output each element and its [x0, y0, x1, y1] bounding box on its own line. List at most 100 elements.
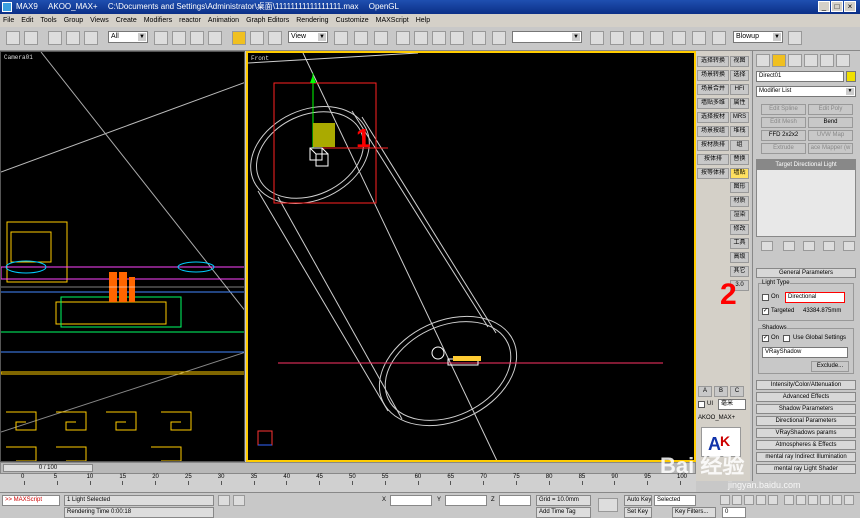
angle-snap-icon[interactable] [414, 31, 428, 45]
bind-space-warp-icon[interactable] [84, 31, 98, 45]
pivot-center-icon[interactable] [334, 31, 348, 45]
plugin-left-btn-5[interactable]: 场景按组 [697, 126, 729, 137]
zoom-extents-icon[interactable] [808, 495, 818, 505]
plugin-left-btn-4[interactable]: 选择按材 [697, 112, 729, 123]
percent-snap-icon[interactable] [432, 31, 446, 45]
pan-icon[interactable] [820, 495, 830, 505]
key-mode-select[interactable]: Selected [654, 495, 696, 506]
light-on-checkbox[interactable] [762, 294, 769, 301]
object-color-swatch[interactable] [846, 71, 856, 82]
display-tab-icon[interactable] [820, 54, 834, 67]
auto-key-button[interactable]: Auto Key [624, 495, 652, 506]
keyboard-shortcut-icon[interactable] [374, 31, 388, 45]
object-name-field[interactable]: Direct01 [756, 71, 844, 82]
plugin-right-btn-9[interactable]: 图形 [730, 182, 749, 193]
select-rotate-icon[interactable] [250, 31, 264, 45]
plugin-right-btn-12[interactable]: 修改 [730, 224, 749, 235]
window-crossing-icon[interactable] [208, 31, 222, 45]
menu-animation[interactable]: Animation [208, 17, 239, 24]
plugin-left-btn-7[interactable]: 按体排 [697, 154, 729, 165]
redo-icon[interactable] [24, 31, 38, 45]
orbit-icon[interactable] [832, 495, 842, 505]
select-object-icon[interactable] [154, 31, 168, 45]
camera-viewport[interactable]: Camera01 [0, 51, 245, 462]
motion-tab-icon[interactable] [804, 54, 818, 67]
select-scale-icon[interactable] [268, 31, 282, 45]
plugin-abc-b[interactable]: B [714, 386, 728, 397]
configure-modifier-icon[interactable] [843, 241, 855, 251]
rollout-shadow-params[interactable]: Shadow Parameters [756, 404, 856, 414]
show-end-result-icon[interactable] [783, 241, 795, 251]
rollout-mr-indirect[interactable]: mental ray Indirect Illumination [756, 452, 856, 462]
select-move-icon[interactable] [232, 31, 246, 45]
plugin-left-btn-3[interactable]: 墙贴多维 [697, 98, 729, 109]
select-manipulate-icon[interactable] [354, 31, 368, 45]
menu-modifiers[interactable]: Modifiers [144, 17, 172, 24]
utilities-tab-icon[interactable] [836, 54, 850, 67]
plugin-left-btn-8[interactable]: 按等体排 [697, 168, 729, 179]
stack-item-light[interactable]: Target Directional Light [757, 160, 855, 170]
spinner-snap-icon[interactable] [450, 31, 464, 45]
modifier-stack[interactable]: Target Directional Light [756, 159, 856, 237]
curve-editor-icon[interactable] [630, 31, 644, 45]
close-icon[interactable]: × [844, 1, 856, 12]
link-icon[interactable] [48, 31, 62, 45]
make-unique-icon[interactable] [803, 241, 815, 251]
edit-poly-button[interactable]: Edit Poly [808, 104, 853, 115]
timeline-ruler[interactable]: 0 5 10 15 20 25 30 35 40 45 50 55 60 65 70 75 80 85 90 95 10… [0, 474, 696, 492]
named-selection-select[interactable]: ▼ [512, 31, 582, 43]
previous-frame-icon[interactable] [732, 495, 742, 505]
rollout-vrayshadows[interactable]: VRayShadows params [756, 428, 856, 438]
front-viewport[interactable]: Front 1 [246, 51, 696, 462]
plugin-left-btn-0[interactable]: 选择转换 [697, 56, 729, 67]
absolute-mode-icon[interactable] [233, 495, 245, 506]
plugin-left-btn-2[interactable]: 场景合并 [697, 84, 729, 95]
plugin-right-btn-14[interactable]: 高级 [730, 252, 749, 263]
ref-coord-select[interactable]: View ▼ [288, 31, 328, 43]
mirror-icon[interactable] [492, 31, 506, 45]
ui-checkbox[interactable] [698, 401, 705, 408]
plugin-right-btn-11[interactable]: 渲染 [730, 210, 749, 221]
next-frame-icon[interactable] [756, 495, 766, 505]
plugin-right-btn-0[interactable]: 视图 [730, 56, 749, 67]
menu-edit[interactable]: Edit [21, 17, 33, 24]
rollout-mr-shader[interactable]: mental ray Light Shader [756, 464, 856, 474]
layer-manager-icon[interactable] [610, 31, 624, 45]
plugin-right-btn-8[interactable]: 墙贴 [730, 168, 749, 179]
menu-graph-editors[interactable]: Graph Editors [246, 17, 289, 24]
maximize-viewport-icon[interactable] [844, 495, 854, 505]
plugin-abc-a[interactable]: A [698, 386, 712, 397]
go-to-end-icon[interactable] [768, 495, 778, 505]
zoom-all-icon[interactable] [796, 495, 806, 505]
targeted-checkbox[interactable]: ✓ [762, 308, 769, 315]
plugin-right-btn-6[interactable]: 组 [730, 140, 749, 151]
modify-tab-icon[interactable] [772, 54, 786, 67]
general-params-rollout[interactable]: General Parameters [756, 268, 856, 278]
plugin-abc-c[interactable]: C [730, 386, 744, 397]
plugin-right-btn-7[interactable]: 替换 [730, 154, 749, 165]
uvw-map-button[interactable]: UVW Map [808, 130, 853, 141]
unit-select[interactable]: 毫米 [718, 399, 746, 410]
unlink-icon[interactable] [66, 31, 80, 45]
key-icon[interactable] [598, 498, 618, 512]
zoom-icon[interactable] [784, 495, 794, 505]
menu-tools[interactable]: Tools [40, 17, 56, 24]
menu-group[interactable]: Group [64, 17, 83, 24]
edit-spline-button[interactable]: Edit Spline [761, 104, 806, 115]
menu-create[interactable]: Create [116, 17, 137, 24]
menu-help[interactable]: Help [416, 17, 430, 24]
align-icon[interactable] [590, 31, 604, 45]
time-slider-thumb[interactable]: 0 / 100 [3, 464, 93, 472]
rect-selection-icon[interactable] [190, 31, 204, 45]
maxscript-listener[interactable]: >> MAXScript [2, 495, 60, 506]
surface-mapper-button[interactable]: ace Mapper (w [808, 143, 853, 154]
selection-filter-select[interactable]: All ▼ [108, 31, 148, 43]
z-coord-field[interactable] [499, 495, 531, 506]
menu-views[interactable]: Views [90, 17, 109, 24]
pin-stack-icon[interactable] [761, 241, 773, 251]
create-tab-icon[interactable] [756, 54, 770, 67]
material-editor-icon[interactable] [672, 31, 686, 45]
shadow-on-checkbox[interactable]: ✓ [762, 335, 769, 342]
hierarchy-tab-icon[interactable] [788, 54, 802, 67]
exclude-button[interactable]: Exclude... [811, 361, 849, 372]
